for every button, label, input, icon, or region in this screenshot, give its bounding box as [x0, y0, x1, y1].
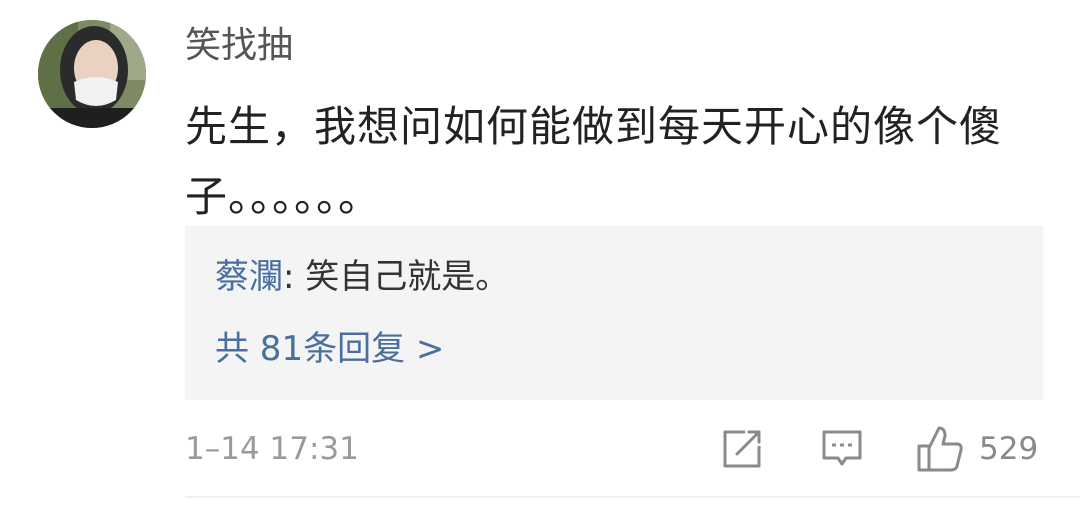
avatar-image — [38, 20, 146, 128]
username[interactable]: 笑找抽 — [185, 24, 293, 68]
comment-icon — [822, 430, 862, 466]
reply-preview[interactable]: 蔡瀾: 笑自己就是。 共 81条回复 > — [185, 226, 1043, 400]
reply-author[interactable]: 蔡瀾 — [215, 257, 283, 297]
reply-separator: : — [283, 257, 306, 297]
comment-text: 先生，我想问如何能做到每天开心的像个傻子。。。。。。 — [185, 102, 1003, 221]
reply-line: 蔡瀾: 笑自己就是。 — [215, 254, 509, 300]
comment-footer: 1–14 17:31 529 — [185, 424, 1043, 474]
reply-text: 笑自己就是。 — [305, 257, 510, 297]
avatar[interactable] — [38, 20, 146, 128]
divider — [185, 496, 1080, 498]
share-button[interactable] — [721, 428, 763, 474]
timestamp: 1–14 17:31 — [185, 431, 359, 467]
view-replies-link[interactable]: 共 81条回复 > — [215, 326, 444, 372]
comment-card: 笑找抽 先生，我想问如何能做到每天开心的像个傻子。。。。。。 蔡瀾: 笑自己就是… — [0, 0, 1080, 512]
comment-button[interactable] — [821, 428, 863, 474]
like-count: 529 — [979, 431, 1039, 467]
thumbs-up-icon — [917, 426, 963, 472]
share-icon — [723, 430, 761, 468]
